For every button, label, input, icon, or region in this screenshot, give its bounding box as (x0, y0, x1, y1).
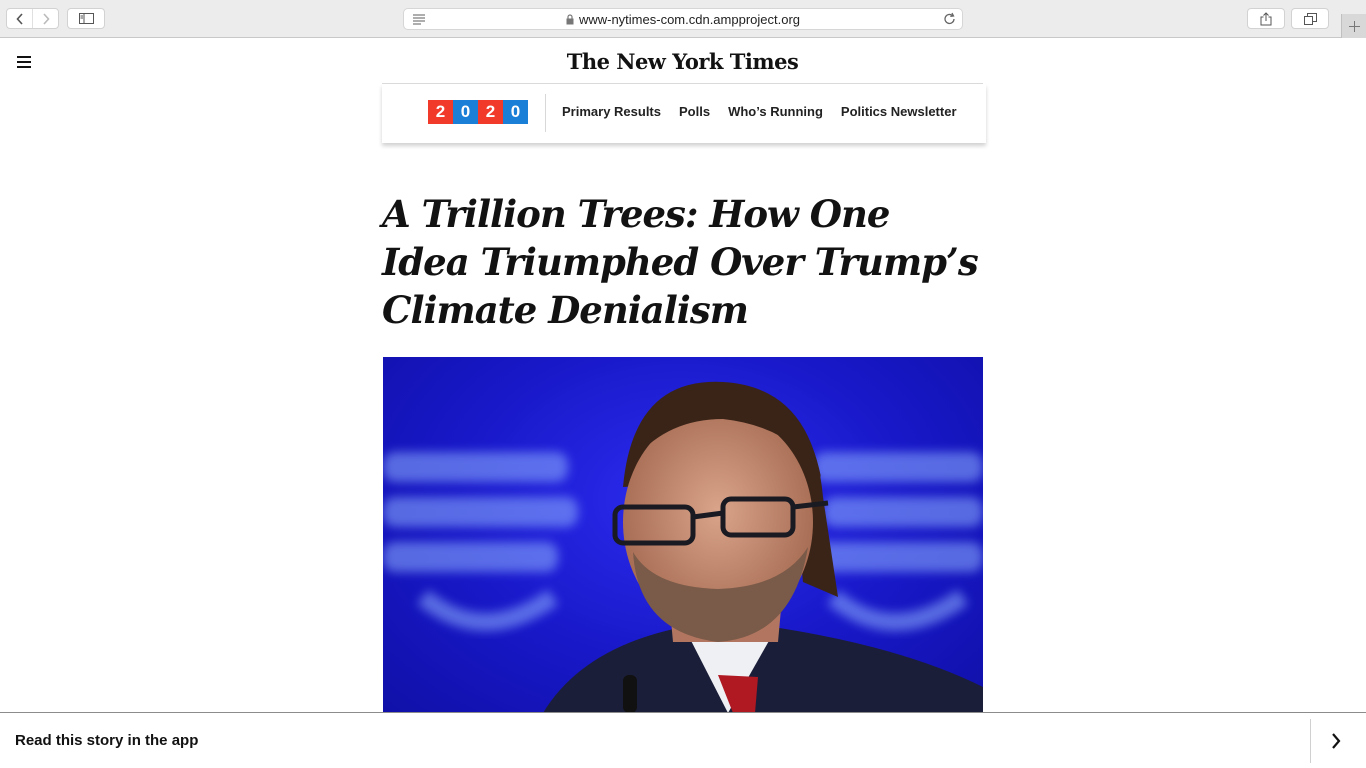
address-bar[interactable]: www-nytimes-com.cdn.ampproject.org (403, 8, 963, 30)
app-banner-label[interactable]: Read this story in the app (15, 732, 198, 749)
subnav-links: Primary Results Polls Who’s Running Poli… (562, 104, 957, 119)
subnav-link-polls[interactable]: Polls (679, 104, 710, 119)
share-icon (1260, 11, 1272, 25)
badge-digit: 2 (478, 100, 503, 124)
sidebar-icon (78, 13, 94, 24)
reload-icon[interactable] (943, 12, 956, 26)
badge-digit: 0 (453, 100, 478, 124)
election-subnav: 2 0 2 0 Primary Results Polls Who’s Runn… (382, 84, 986, 143)
browser-toolbar: www-nytimes-com.cdn.ampproject.org (0, 0, 1366, 38)
subnav-link-whos-running[interactable]: Who’s Running (728, 104, 823, 119)
url-text[interactable]: www-nytimes-com.cdn.ampproject.org (579, 12, 800, 27)
new-tab-button[interactable] (1341, 14, 1366, 38)
history-nav (6, 8, 59, 29)
back-button[interactable] (7, 9, 32, 28)
plus-icon (1348, 20, 1360, 32)
chevron-right-icon (42, 12, 50, 25)
nyt-logo[interactable]: The New York Times (382, 44, 983, 84)
app-banner[interactable]: Read this story in the app (0, 712, 1366, 768)
tabs-icon (1303, 12, 1317, 25)
tabs-overview-button[interactable] (1291, 8, 1329, 29)
subnav-link-primary-results[interactable]: Primary Results (562, 104, 661, 119)
sidebar-button[interactable] (67, 8, 105, 29)
app-banner-divider (1310, 719, 1311, 763)
reader-icon[interactable] (412, 13, 426, 25)
chevron-left-icon (15, 12, 23, 25)
lock-icon (566, 13, 574, 24)
share-button[interactable] (1247, 8, 1285, 29)
election-2020-badge[interactable]: 2 0 2 0 (428, 100, 528, 124)
chevron-right-icon[interactable] (1330, 732, 1342, 750)
menu-icon[interactable] (17, 56, 31, 68)
badge-digit: 2 (428, 100, 453, 124)
forward-button[interactable] (32, 9, 58, 28)
photo-illustration (383, 381, 983, 713)
article-photo (383, 357, 983, 713)
subnav-link-politics-newsletter[interactable]: Politics Newsletter (841, 104, 957, 119)
article-headline: A Trillion Trees: How One Idea Triumphed… (382, 192, 979, 332)
badge-digit: 0 (503, 100, 528, 124)
subnav-divider (545, 94, 546, 132)
